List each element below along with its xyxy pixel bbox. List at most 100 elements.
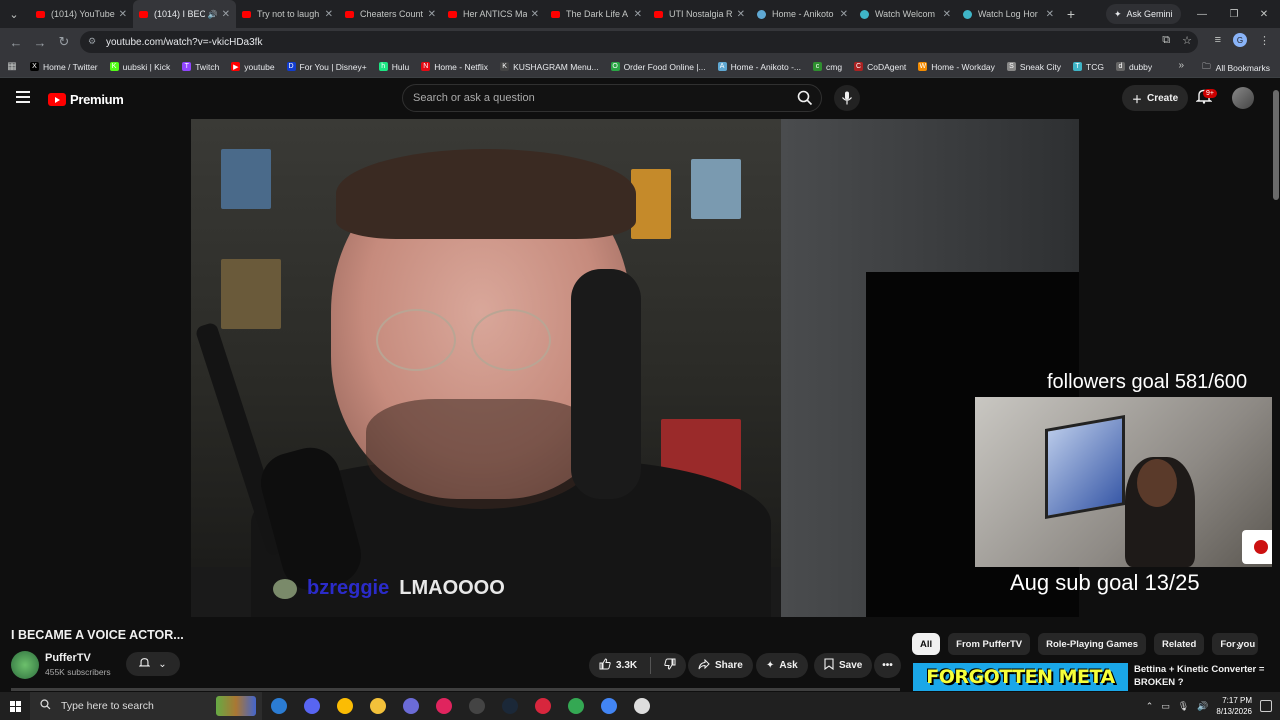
menu-kebab-icon[interactable]: ⋮ xyxy=(1259,34,1270,47)
back-icon[interactable]: ← xyxy=(4,30,28,54)
search-input[interactable]: Search or ask a question xyxy=(402,84,822,112)
close-icon[interactable]: ✕ xyxy=(1046,9,1054,20)
filter-chip[interactable]: Role-Playing Games xyxy=(1038,633,1146,655)
install-app-icon[interactable]: ⧉ xyxy=(1162,34,1170,47)
save-button[interactable]: Save xyxy=(814,653,873,678)
reading-list-icon[interactable]: ≡ xyxy=(1215,34,1221,46)
close-icon[interactable]: ✕ xyxy=(840,9,848,20)
chrome-app-icon[interactable] xyxy=(328,692,361,720)
browser-tab[interactable]: Home - Anikoto ✕ xyxy=(751,0,854,28)
like-button[interactable]: 3.3K xyxy=(599,658,637,673)
bookmark-item[interactable]: T TCG xyxy=(1067,62,1110,72)
browser-tab[interactable]: The Dark Life A ✕ xyxy=(545,0,648,28)
microphone-icon[interactable]: 🎙 xyxy=(1178,701,1189,712)
taskbar-clock[interactable]: 7:17 PM 8/13/2026 xyxy=(1216,695,1252,717)
channel-avatar[interactable] xyxy=(11,651,39,679)
restore-icon[interactable]: ❐ xyxy=(1218,0,1250,28)
browser-tab-active[interactable]: (1014) I BEC 🔊 ✕ xyxy=(133,0,236,28)
youtube-logo[interactable]: Premium xyxy=(48,92,124,107)
bookmark-item[interactable]: W Home - Workday xyxy=(912,62,1001,72)
ask-gemini-button[interactable]: ✦ Ask Gemini xyxy=(1106,4,1181,24)
scrollbar-thumb[interactable] xyxy=(1273,90,1279,200)
reload-icon[interactable]: ↻ xyxy=(52,30,76,54)
channel-name[interactable]: PufferTV xyxy=(45,652,91,664)
more-actions-button[interactable]: ••• xyxy=(874,653,901,678)
chevron-up-icon[interactable]: ⌃ xyxy=(1146,701,1154,712)
browser-tab[interactable]: Watch Log Hor ✕ xyxy=(957,0,1060,28)
edge-app-icon[interactable] xyxy=(262,692,295,720)
bookmark-item[interactable]: d dubby xyxy=(1110,62,1158,72)
browser-tab[interactable]: Watch Welcom ✕ xyxy=(854,0,957,28)
page-scrollbar[interactable] xyxy=(1272,80,1280,692)
close-icon[interactable]: ✕ xyxy=(222,9,230,20)
bookmark-item[interactable]: X Home / Twitter xyxy=(24,62,104,72)
bookmark-star-icon[interactable]: ☆ xyxy=(1182,34,1192,47)
notification-center-icon[interactable] xyxy=(1260,700,1272,712)
bookmark-item[interactable]: c cmg xyxy=(807,62,848,72)
apps-grid-icon[interactable]: ▦ xyxy=(0,61,24,72)
obs-app-icon[interactable] xyxy=(460,692,493,720)
site-info-icon[interactable]: ⚙ xyxy=(88,36,100,48)
close-icon[interactable]: ✕ xyxy=(428,9,436,20)
speaker-icon[interactable]: 🔊 xyxy=(208,10,218,19)
close-icon[interactable]: ✕ xyxy=(325,9,333,20)
dislike-button[interactable] xyxy=(664,658,676,673)
close-icon[interactable]: ✕ xyxy=(943,9,951,20)
volume-icon[interactable]: 🔊 xyxy=(1197,701,1208,712)
bookmark-item[interactable]: O Order Food Online |... xyxy=(605,62,712,72)
address-bar[interactable]: ⚙ youtube.com/watch?v=-vkicHDa3fk xyxy=(80,31,1198,53)
recommendation-thumbnail[interactable]: FORGOTTEN META xyxy=(913,663,1128,691)
close-icon[interactable]: ✕ xyxy=(634,9,642,20)
bookmark-item[interactable]: ▶ youtube xyxy=(225,62,280,72)
browser-tab[interactable]: (1014) YouTube ✕ xyxy=(30,0,133,28)
browser-tab[interactable]: UTI Nostalgia R ✕ xyxy=(648,0,751,28)
discord-app-icon[interactable] xyxy=(295,692,328,720)
video-player[interactable]: bzreggie LMAOOOO xyxy=(191,119,1079,617)
close-window-icon[interactable]: ✕ xyxy=(1248,0,1280,28)
close-icon[interactable]: ✕ xyxy=(737,9,745,20)
taskbar-search-input[interactable]: Type here to search xyxy=(30,692,262,720)
game-app-icon[interactable] xyxy=(394,692,427,720)
bookmark-item[interactable]: Kuubski | Kick xyxy=(104,62,177,72)
new-tab-button[interactable]: + xyxy=(1060,6,1082,22)
bookmark-item[interactable]: S Sneak City xyxy=(1001,62,1067,72)
chrome-app-icon-2[interactable] xyxy=(559,692,592,720)
create-button[interactable]: ＋ Create xyxy=(1122,85,1189,111)
recommendation-title[interactable]: Bettina + Kinetic Converter = BROKEN ? xyxy=(1134,663,1274,689)
windows-start-icon[interactable] xyxy=(0,692,30,720)
profile-avatar[interactable]: G xyxy=(1233,33,1247,47)
filter-chip[interactable]: Related xyxy=(1154,633,1205,655)
search-icon[interactable] xyxy=(793,87,817,109)
chrome-app-icon-3[interactable] xyxy=(592,692,625,720)
bookmark-item[interactable]: D For You | Disney+ xyxy=(281,62,373,72)
browser-tab[interactable]: Her ANTICS Ma ✕ xyxy=(442,0,545,28)
subscribed-bell-button[interactable]: ⌄ xyxy=(126,652,180,676)
file-explorer-icon[interactable] xyxy=(361,692,394,720)
media-app-icon[interactable] xyxy=(427,692,460,720)
bookmark-item[interactable]: T Twitch xyxy=(176,62,225,72)
browser-tab[interactable]: Try not to laugh ✕ xyxy=(236,0,339,28)
close-icon[interactable]: ✕ xyxy=(531,9,539,20)
all-bookmarks-button[interactable]: 🗀 All Bookmarks xyxy=(1202,61,1270,75)
bookmark-item[interactable]: K KUSHAGRAM Menu... xyxy=(494,62,605,72)
share-button[interactable]: Share xyxy=(688,653,753,678)
forward-icon[interactable]: → xyxy=(28,30,52,54)
clock-app-icon[interactable] xyxy=(625,692,658,720)
network-icon[interactable]: ▭ xyxy=(1161,701,1170,712)
hamburger-menu-icon[interactable] xyxy=(16,91,30,103)
bookmark-item[interactable]: h Hulu xyxy=(373,62,415,72)
minimize-icon[interactable]: — xyxy=(1186,0,1218,28)
bookmark-item[interactable]: N Home - Netflix xyxy=(415,62,494,72)
adobe-app-icon[interactable] xyxy=(526,692,559,720)
account-avatar[interactable] xyxy=(1232,87,1254,109)
browser-tab[interactable]: Cheaters Count ✕ xyxy=(339,0,442,28)
filter-chip[interactable]: From PufferTV xyxy=(948,633,1031,655)
chevron-right-icon[interactable]: › xyxy=(1236,638,1240,653)
bookmark-item[interactable]: A Home - Anikoto -... xyxy=(712,62,807,72)
steam-app-icon[interactable] xyxy=(493,692,526,720)
tab-search-icon[interactable]: ⌄ xyxy=(4,4,24,24)
bookmark-item[interactable]: C CoDAgent xyxy=(848,62,912,72)
bookmarks-overflow-icon[interactable]: » xyxy=(1178,60,1184,71)
filter-chip[interactable]: All xyxy=(912,633,941,655)
microphone-icon[interactable] xyxy=(834,85,860,111)
